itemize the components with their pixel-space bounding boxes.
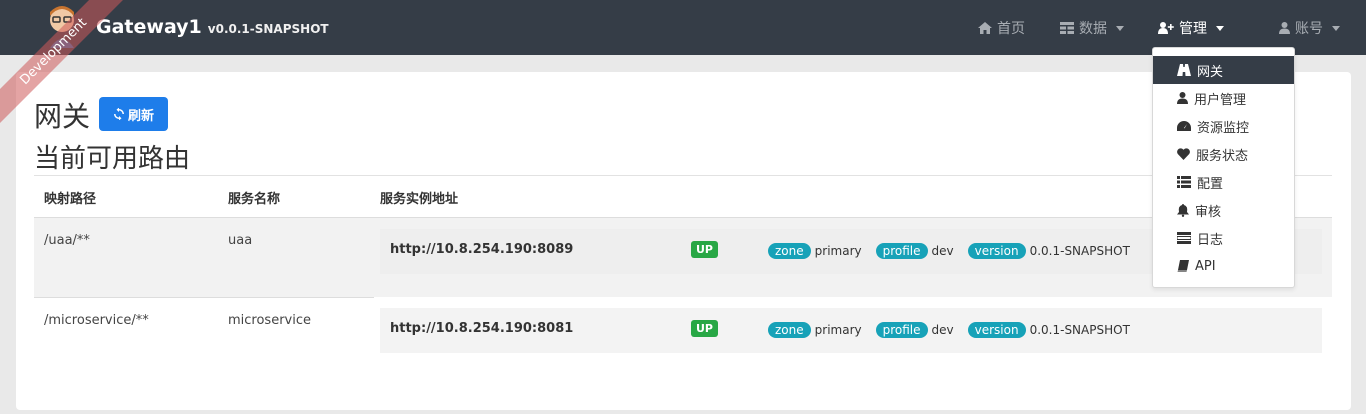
admin-dropdown-menu: 网关 用户管理 资源监控 服务状态 配置 审核 日志 API xyxy=(1152,47,1295,288)
version-badge: version xyxy=(967,322,1026,338)
instance-metadata: zone primary profile dev version 0.0.1-S… xyxy=(768,243,1144,259)
table-header-instance: 服务实例地址 xyxy=(380,192,459,207)
menu-item-label: 资源监控 xyxy=(1197,120,1250,136)
menu-item-label: 日志 xyxy=(1197,232,1224,248)
status-badge: UP xyxy=(691,320,718,337)
menu-item-audit[interactable]: 审核 xyxy=(1153,196,1294,224)
table-icon xyxy=(1060,22,1074,34)
section-title: 当前可用路由 xyxy=(34,144,191,174)
menu-item-gateway[interactable]: 网关 xyxy=(1153,56,1294,84)
nav-data-label: 数据 xyxy=(1079,21,1107,37)
menu-item-api[interactable]: API xyxy=(1153,252,1294,280)
menu-item-label: 网关 xyxy=(1197,64,1224,80)
table-header-service: 服务名称 xyxy=(228,192,281,207)
menu-item-user-management[interactable]: 用户管理 xyxy=(1153,84,1294,112)
brand-name: Gateway1 xyxy=(96,16,202,38)
zone-badge: zone xyxy=(768,322,811,338)
menu-item-service-status[interactable]: 服务状态 xyxy=(1153,140,1294,168)
bell-icon xyxy=(1177,203,1189,217)
menu-item-configuration[interactable]: 配置 xyxy=(1153,168,1294,196)
user-icon xyxy=(1177,92,1188,104)
profile-value: dev xyxy=(931,244,954,258)
road-icon xyxy=(1177,64,1191,76)
profile-badge: profile xyxy=(875,243,928,259)
instance-url: http://10.8.254.190:8089 xyxy=(390,242,574,257)
nav-admin[interactable]: 管理 xyxy=(1158,18,1224,38)
nav-admin-label: 管理 xyxy=(1179,21,1207,37)
user-plus-icon xyxy=(1158,22,1174,34)
nav-account[interactable]: 账号 xyxy=(1279,18,1340,38)
book-icon xyxy=(1177,260,1189,272)
refresh-icon xyxy=(113,108,124,120)
version-value: 0.0.1-SNAPSHOT xyxy=(1029,244,1130,258)
menu-item-resource-monitoring[interactable]: 资源监控 xyxy=(1153,112,1294,140)
nav-data[interactable]: 数据 xyxy=(1060,18,1124,38)
menu-item-logs[interactable]: 日志 xyxy=(1153,224,1294,252)
instance-metadata: zone primary profile dev version 0.0.1-S… xyxy=(768,322,1144,338)
heart-icon xyxy=(1177,148,1190,160)
chevron-down-icon xyxy=(1216,25,1224,31)
divider xyxy=(34,175,1332,176)
menu-item-label: 配置 xyxy=(1197,176,1224,192)
zone-value: primary xyxy=(814,244,862,258)
nav-account-label: 账号 xyxy=(1295,21,1323,37)
instance-row: http://10.8.254.190:8081 UP zone primary… xyxy=(380,308,1322,353)
refresh-button[interactable]: 刷新 xyxy=(99,97,168,131)
list-icon xyxy=(1177,176,1191,188)
zone-badge: zone xyxy=(768,243,811,259)
refresh-button-label: 刷新 xyxy=(127,108,154,124)
version-value: 0.0.1-SNAPSHOT xyxy=(1029,323,1130,337)
profile-badge: profile xyxy=(875,322,928,338)
menu-item-label: API xyxy=(1195,258,1216,274)
route-path: /uaa/** xyxy=(44,233,90,248)
nav-home[interactable]: 首页 xyxy=(978,18,1025,38)
status-badge: UP xyxy=(691,241,718,258)
tasks-icon xyxy=(1177,232,1191,244)
tachometer-icon xyxy=(1177,121,1191,131)
home-icon xyxy=(978,22,992,34)
version-badge: version xyxy=(967,243,1026,259)
instance-url: http://10.8.254.190:8081 xyxy=(390,321,574,336)
brand[interactable]: Gateway1 v0.0.1-SNAPSHOT xyxy=(96,16,329,38)
user-icon xyxy=(1279,22,1290,34)
menu-item-label: 用户管理 xyxy=(1194,92,1247,108)
nav-home-label: 首页 xyxy=(997,21,1025,37)
chevron-down-icon xyxy=(1116,25,1124,31)
menu-item-label: 审核 xyxy=(1195,204,1222,220)
row-divider xyxy=(34,297,374,298)
chevron-down-icon xyxy=(1332,25,1340,31)
zone-value: primary xyxy=(814,323,862,337)
route-service: uaa xyxy=(228,233,253,248)
menu-item-label: 服务状态 xyxy=(1196,148,1249,164)
brand-version: v0.0.1-SNAPSHOT xyxy=(207,22,329,36)
page-title: 网关 xyxy=(34,100,91,133)
route-path: /microservice/** xyxy=(44,313,149,328)
route-service: microservice xyxy=(228,313,312,328)
table-header-path: 映射路径 xyxy=(44,192,97,207)
profile-value: dev xyxy=(931,323,954,337)
